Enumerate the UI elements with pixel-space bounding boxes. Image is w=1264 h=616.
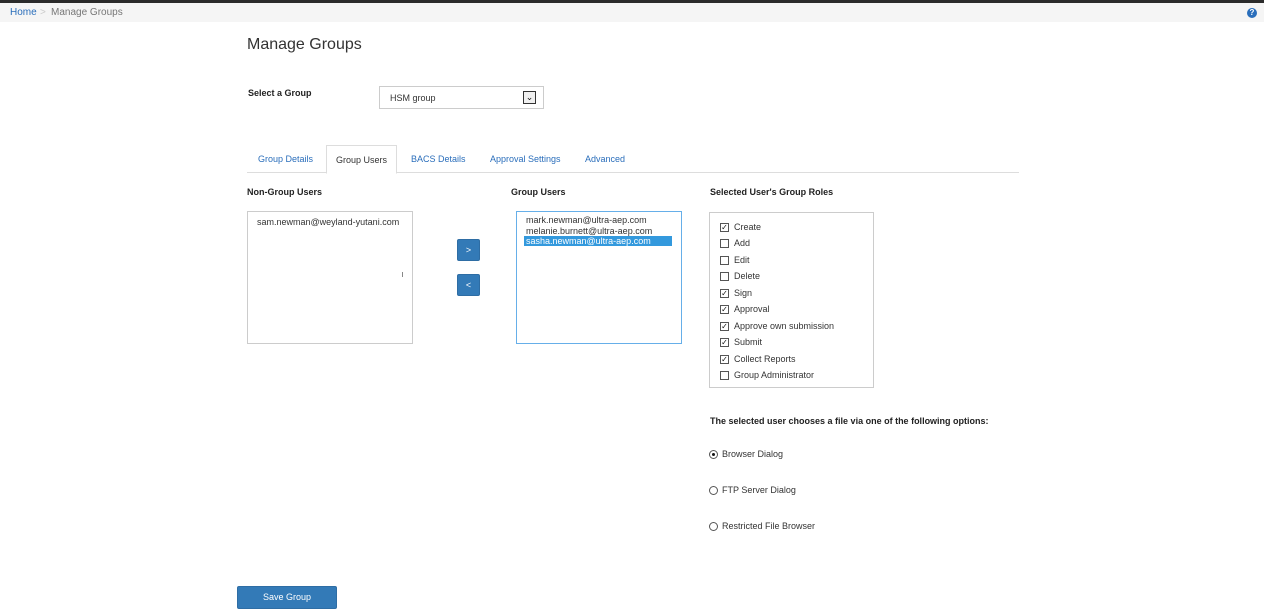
non-group-users-heading: Non-Group Users: [247, 187, 323, 197]
select-group-label: Select a Group: [248, 88, 312, 98]
role-label: Submit: [734, 337, 763, 347]
role-checkbox[interactable]: ✓: [720, 305, 729, 314]
tab-bar: Group Details Group Users BACS Details A…: [247, 145, 1019, 174]
role-label: Sign: [734, 288, 753, 298]
list-item[interactable]: sam.newman@weyland-yutani.com: [257, 217, 399, 227]
role-label: Collect Reports: [734, 354, 796, 364]
breadcrumb: Home > Manage Groups ?: [0, 3, 1264, 22]
role-label: Approval: [734, 304, 770, 314]
breadcrumb-current: Manage Groups: [51, 7, 123, 18]
add-to-group-button[interactable]: >: [457, 239, 480, 261]
save-group-button[interactable]: Save Group: [237, 586, 337, 609]
tab-bacs-details[interactable]: BACS Details: [411, 145, 466, 173]
role-label: Delete: [734, 271, 761, 281]
list-item-selected[interactable]: sasha.newman@ultra-aep.com: [524, 236, 672, 246]
roles-heading: Selected User's Group Roles: [710, 187, 834, 197]
role-label: Approve own submission: [734, 321, 835, 331]
group-select[interactable]: HSM group ⌄: [379, 86, 544, 109]
role-checkbox[interactable]: ✓: [720, 338, 729, 347]
role-checkbox[interactable]: ✓: [720, 322, 729, 331]
radio-button[interactable]: [709, 486, 718, 495]
tab-group-details[interactable]: Group Details: [258, 145, 313, 173]
chevron-down-icon: ⌄: [523, 91, 536, 104]
role-checkbox[interactable]: [720, 371, 729, 380]
role-checkbox[interactable]: [720, 256, 729, 265]
radio-label: FTP Server Dialog: [722, 485, 796, 495]
group-select-value: HSM group: [390, 93, 436, 103]
role-checkbox[interactable]: [720, 272, 729, 281]
role-checkbox[interactable]: ✓: [720, 355, 729, 364]
role-label: Group Administrator: [734, 370, 815, 380]
radio-label: Restricted File Browser: [722, 521, 816, 531]
non-group-users-list[interactable]: sam.newman@weyland-yutani.com: [247, 211, 413, 344]
role-label: Edit: [734, 255, 750, 265]
breadcrumb-home-link[interactable]: Home: [10, 7, 37, 18]
role-checkbox[interactable]: ✓: [720, 223, 729, 232]
tab-group-users[interactable]: Group Users: [326, 145, 398, 174]
file-options-heading: The selected user chooses a file via one…: [710, 416, 989, 426]
role-checkbox[interactable]: ✓: [720, 289, 729, 298]
list-item[interactable]: mark.newman@ultra-aep.com: [526, 215, 647, 225]
roles-list: ✓ Create Add Edit Delete ✓ Sign ✓ Approv…: [709, 212, 874, 388]
page-title: Manage Groups: [247, 36, 362, 53]
role-label: Add: [734, 238, 751, 248]
radio-label: Browser Dialog: [722, 449, 784, 459]
tab-advanced[interactable]: Advanced: [585, 145, 625, 173]
group-users-list[interactable]: mark.newman@ultra-aep.com melanie.burnet…: [516, 211, 682, 344]
remove-from-group-button[interactable]: <: [457, 274, 480, 296]
role-label: Create: [734, 222, 762, 232]
tab-approval-settings[interactable]: Approval Settings: [490, 145, 561, 173]
list-item[interactable]: melanie.burnett@ultra-aep.com: [526, 226, 652, 236]
breadcrumb-separator: >: [40, 7, 46, 18]
scroll-marker: [402, 272, 403, 277]
role-checkbox[interactable]: [720, 239, 729, 248]
group-users-heading: Group Users: [511, 187, 566, 197]
radio-button[interactable]: [709, 450, 718, 459]
radio-button[interactable]: [709, 522, 718, 531]
question-circle-icon[interactable]: ?: [1247, 8, 1257, 18]
